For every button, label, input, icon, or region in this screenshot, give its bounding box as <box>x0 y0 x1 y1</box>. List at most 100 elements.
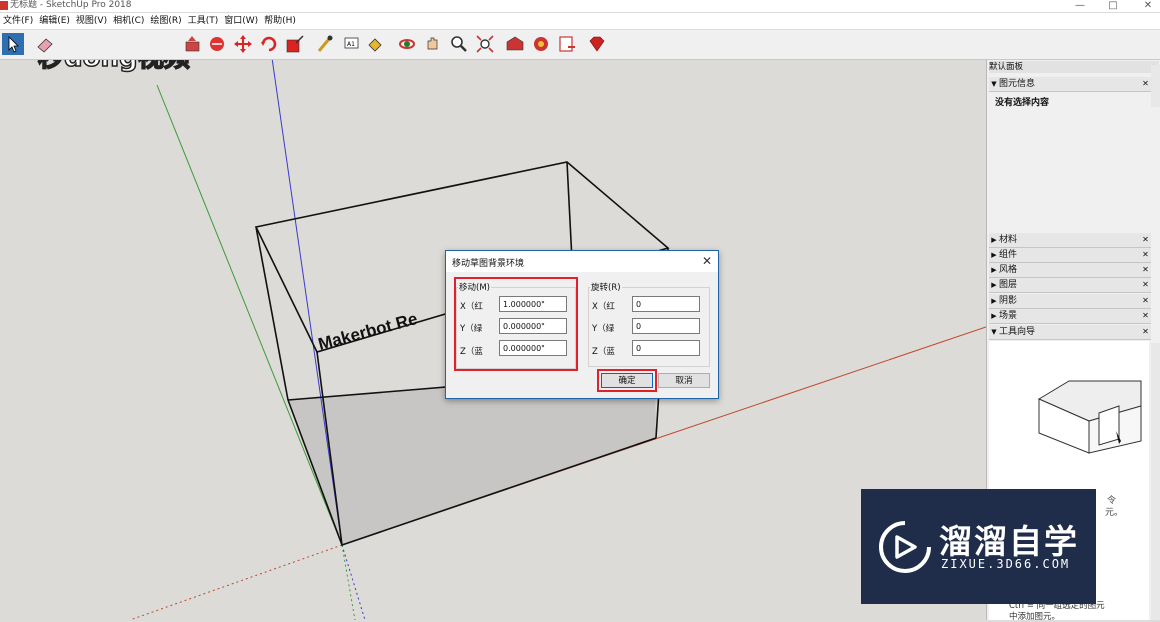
panel-shadows-header[interactable]: ▶ 阴影 ✕ <box>989 294 1151 309</box>
followme-tool-icon[interactable] <box>206 33 228 55</box>
menu-tools[interactable]: 工具(T) <box>185 13 222 29</box>
main-toolbar: A1 <box>0 30 1160 60</box>
menu-draw[interactable]: 绘图(R) <box>147 13 184 29</box>
move-sketch-background-dialog: 移动草图背景环境 ✕ 移动(M) X（红 1.000000" Y（绿 0.000… <box>445 250 719 399</box>
qiudong-logo-graphic: 秒dong视频 <box>37 60 190 74</box>
paint-bucket-icon[interactable] <box>364 33 386 55</box>
entity-scrollbar[interactable] <box>1151 65 1160 107</box>
ok-highlight-box <box>597 369 657 392</box>
collapsed-arrow-icon: ▶ <box>991 297 997 305</box>
instructor-fragment-2: 元。 <box>1105 508 1124 518</box>
dialog-close-icon[interactable]: ✕ <box>702 254 712 268</box>
close-panel-icon[interactable]: ✕ <box>1141 280 1150 289</box>
move-tool-icon[interactable] <box>232 33 254 55</box>
close-button[interactable]: ✕ <box>1138 0 1158 11</box>
text-tool-icon[interactable]: A1 <box>340 33 362 55</box>
collapsed-arrow-icon: ▶ <box>991 266 997 274</box>
instructor-illustration <box>1037 380 1142 454</box>
instructor-title: 工具向导 <box>999 327 1036 337</box>
entity-info-message: 没有选择内容 <box>995 98 1050 108</box>
dialog-title: 移动草图背景环境 <box>452 259 525 269</box>
close-panel-icon[interactable]: ✕ <box>1141 265 1150 274</box>
brand-url: ZIXUE.3D66.COM <box>941 557 1071 571</box>
minimize-button[interactable]: — <box>1070 0 1090 11</box>
blue-axis <box>271 60 343 546</box>
rotate-tool-icon[interactable] <box>258 33 280 55</box>
panel-scenes-header[interactable]: ▶ 场景 ✕ <box>989 309 1151 324</box>
model-label: Makerbot Re <box>316 309 419 354</box>
blue-axis-negative <box>341 544 366 620</box>
expanded-arrow-icon: ▼ <box>991 328 997 336</box>
warehouse-icon[interactable] <box>504 33 526 55</box>
menu-window[interactable]: 窗口(W) <box>221 13 261 29</box>
menu-view[interactable]: 视图(V) <box>73 13 110 29</box>
extension-warehouse-icon[interactable] <box>530 33 552 55</box>
tape-measure-icon[interactable] <box>314 33 336 55</box>
rotate-x-input[interactable]: 0 <box>632 296 700 312</box>
panel-styles-header[interactable]: ▶ 风格 ✕ <box>989 263 1151 278</box>
zoom-extents-icon[interactable] <box>474 33 496 55</box>
instructor-text-2: 中添加图元。 <box>1009 612 1061 622</box>
panel-layers-header[interactable]: ▶ 图层 ✕ <box>989 278 1151 293</box>
entity-info-title: 图元信息 <box>999 79 1036 89</box>
green-axis-negative <box>341 544 356 620</box>
rotate-group-label: 旋转(R) <box>590 281 622 293</box>
rotate-y-label: Y（绿 <box>592 324 615 334</box>
ruby-console-icon[interactable] <box>586 33 608 55</box>
eraser-tool-icon[interactable] <box>34 33 56 55</box>
brand-name: 溜溜自学 <box>939 522 1079 561</box>
play-logo-icon <box>879 521 931 573</box>
expanded-arrow-icon: ▼ <box>991 80 997 88</box>
maximize-button[interactable]: □ <box>1103 0 1123 11</box>
panel-materials-label: 材料 <box>999 235 1018 245</box>
rotate-y-input[interactable]: 0 <box>632 318 700 334</box>
panel-entity-info-header[interactable]: ▼ 图元信息 ✕ <box>989 77 1151 92</box>
close-panel-icon[interactable]: ✕ <box>1141 296 1150 305</box>
close-panel-icon[interactable]: ✕ <box>1141 311 1150 320</box>
menu-bar: 文件(F) 编辑(E) 视图(V) 相机(C) 绘图(R) 工具(T) 窗口(W… <box>0 13 1160 29</box>
sketchup-app-icon <box>0 1 8 10</box>
close-panel-icon[interactable]: ✕ <box>1141 327 1150 336</box>
send-to-layout-icon[interactable] <box>556 33 578 55</box>
orbit-tool-icon[interactable] <box>396 33 418 55</box>
panel-layers-label: 图层 <box>999 280 1018 290</box>
instructor-scrollbar[interactable] <box>1151 343 1160 620</box>
zoom-tool-icon[interactable] <box>448 33 470 55</box>
panel-styles-label: 风格 <box>999 265 1018 275</box>
close-panel-icon[interactable]: ✕ <box>1141 250 1150 259</box>
panel-materials-header[interactable]: ▶ 材料 ✕ <box>989 233 1151 248</box>
svg-text:A1: A1 <box>347 41 355 48</box>
menu-file[interactable]: 文件(F) <box>0 13 36 29</box>
collapsed-arrow-icon: ▶ <box>991 312 997 320</box>
qiudong-logo: 秒dong视频 <box>34 60 214 78</box>
pushpull-tool-icon[interactable] <box>182 33 204 55</box>
panel-shadows-label: 阴影 <box>999 296 1018 306</box>
menu-edit[interactable]: 编辑(E) <box>36 13 73 29</box>
select-tool-icon[interactable] <box>2 33 24 55</box>
cancel-button[interactable]: 取消 <box>658 373 710 388</box>
panel-components-header[interactable]: ▶ 组件 ✕ <box>989 248 1151 263</box>
rotate-z-label: Z（蓝 <box>592 347 615 357</box>
scale-tool-icon[interactable] <box>284 33 306 55</box>
menu-camera[interactable]: 相机(C) <box>110 13 147 29</box>
menu-help[interactable]: 帮助(H) <box>261 13 299 29</box>
collapsed-arrow-icon: ▶ <box>991 251 997 259</box>
move-highlight-box <box>454 277 578 371</box>
rotate-z-input[interactable]: 0 <box>632 340 700 356</box>
rotate-x-label: X（红 <box>592 302 615 312</box>
zixue-watermark: 溜溜自学 ZIXUE.3D66.COM <box>861 489 1096 604</box>
panel-components-label: 组件 <box>999 250 1018 260</box>
panel-instructor-header[interactable]: ▼ 工具向导 ✕ <box>989 325 1151 340</box>
tray-title: 默认面板 <box>989 62 1024 72</box>
collapsed-arrow-icon: ▶ <box>991 236 997 244</box>
qiudong-logo-text: 秒dong视频 <box>38 60 190 73</box>
pan-hand-icon[interactable] <box>422 33 444 55</box>
tray-header: 默认面板 ▪ <box>989 61 1159 73</box>
title-bar: 无标题 - SketchUp Pro 2018 — □ ✕ <box>0 0 1160 12</box>
panel-scenes-label: 场景 <box>999 311 1018 321</box>
red-axis-negative <box>129 544 343 620</box>
close-panel-icon[interactable]: ✕ <box>1141 235 1150 244</box>
dialog-title-bar[interactable]: 移动草图背景环境 ✕ <box>446 251 718 272</box>
close-panel-icon[interactable]: ✕ <box>1141 79 1150 88</box>
window-title: 无标题 - SketchUp Pro 2018 <box>10 0 132 10</box>
